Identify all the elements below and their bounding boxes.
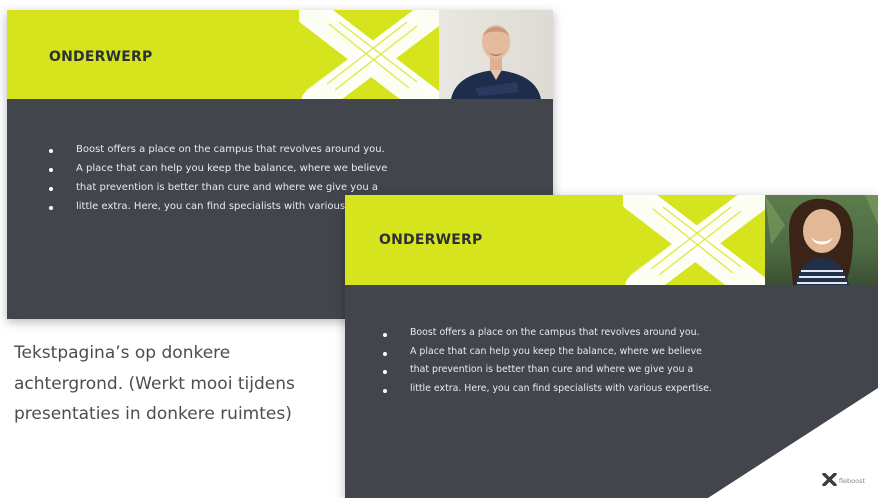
- slide-title: ONDERWERP: [49, 49, 153, 65]
- logo-wordmark: fleboost: [838, 477, 865, 485]
- slide-preview-2: ONDERWERP Boost offers a place on the ca…: [345, 195, 878, 498]
- presenter-photo-man: [439, 10, 553, 99]
- bullet-item: little extra. Here, you can find special…: [383, 380, 712, 399]
- bullet-item: Boost offers a place on the campus that …: [383, 324, 712, 343]
- bullet-item: that prevention is better than cure and …: [383, 361, 712, 380]
- x-logo-mark-icon: [822, 473, 837, 486]
- bullet-list: Boost offers a place on the campus that …: [383, 324, 712, 398]
- slide-title: ONDERWERP: [379, 232, 483, 248]
- slide-header-band: ONDERWERP: [7, 10, 553, 99]
- bullet-item: A place that can help you keep the balan…: [383, 343, 712, 362]
- brush-x-mark-icon: [299, 10, 449, 99]
- brush-x-mark-icon: [623, 195, 773, 285]
- presenter-photo-woman: [765, 195, 878, 285]
- bullet-item: Boost offers a place on the campus that …: [49, 140, 398, 159]
- caption-text: Tekstpagina’s op donkere achtergrond. (W…: [14, 343, 295, 424]
- bullet-item: A place that can help you keep the balan…: [49, 159, 398, 178]
- slide-header-band: ONDERWERP: [345, 195, 878, 285]
